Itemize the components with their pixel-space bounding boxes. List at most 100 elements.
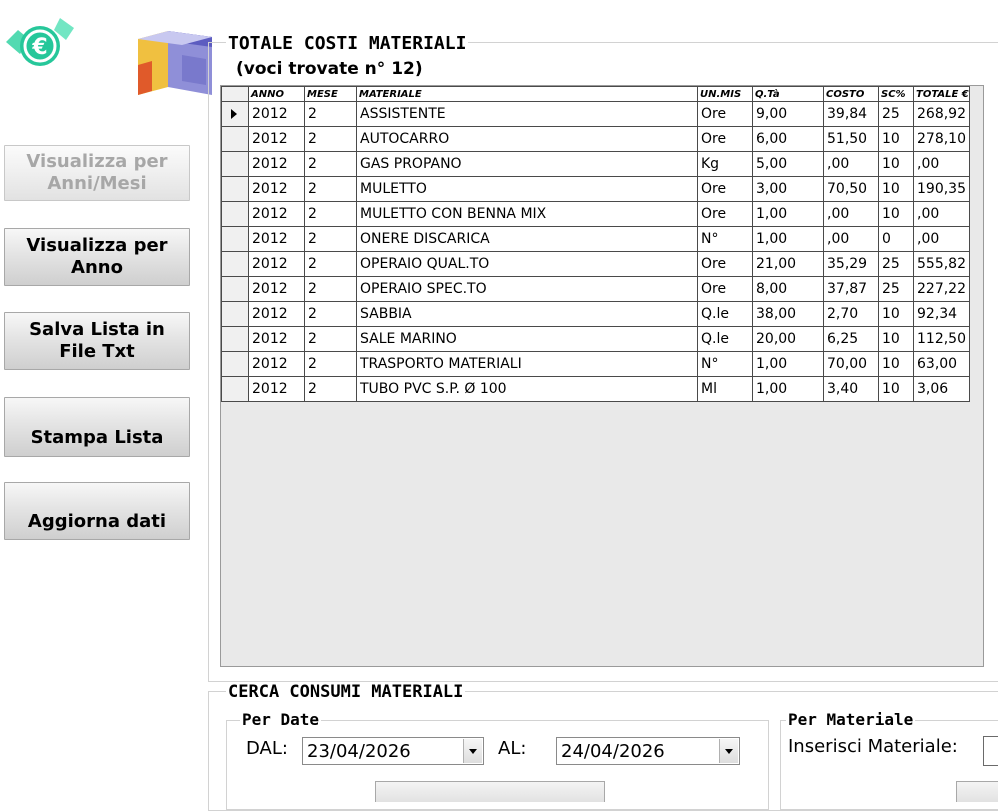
cell-un-mis[interactable]: Ore — [697, 201, 753, 227]
cell-materiale[interactable]: ONERE DISCARICA — [356, 226, 698, 252]
header-un-mis[interactable]: UN.MIS — [697, 86, 753, 102]
cell-mese[interactable]: 2 — [304, 126, 357, 152]
aggiorna-dati-button[interactable]: Aggiorna dati — [4, 482, 190, 540]
cell-qta[interactable]: 1,00 — [752, 226, 824, 252]
table-row[interactable]: 2012 2 ONERE DISCARICA N° 1,00,00 0,00 — [221, 226, 970, 252]
cell-mese[interactable]: 2 — [304, 151, 357, 177]
cell-sconto[interactable]: 10 — [878, 351, 914, 377]
cell-mese[interactable]: 2 — [304, 176, 357, 202]
cell-costo[interactable]: 37,87 — [823, 276, 879, 302]
materials-table[interactable]: ANNO MESE MATERIALE UN.MIS Q.Tà COSTO SC… — [221, 86, 970, 402]
cell-totale[interactable]: 555,82 — [913, 251, 970, 277]
header-anno[interactable]: ANNO — [248, 86, 305, 102]
cell-costo[interactable]: 35,29 — [823, 251, 879, 277]
cell-materiale[interactable]: OPERAIO SPEC.TO — [356, 276, 698, 302]
cell-materiale[interactable]: MULETTO — [356, 176, 698, 202]
cell-sconto[interactable]: 10 — [878, 376, 914, 402]
cell-un-mis[interactable]: Q.le — [697, 301, 753, 327]
row-selector-cell[interactable] — [221, 201, 249, 227]
cell-materiale[interactable]: AUTOCARRO — [356, 126, 698, 152]
cell-sconto[interactable]: 10 — [878, 151, 914, 177]
header-mese[interactable]: MESE — [304, 86, 357, 102]
cell-mese[interactable]: 2 — [304, 226, 357, 252]
table-row[interactable]: 2012 2 SALE MARINO Q.le 20,00 6,25 10 112,50 — [221, 326, 970, 352]
cell-anno[interactable]: 2012 — [248, 351, 305, 377]
row-selector-cell[interactable] — [221, 176, 249, 202]
header-materiale[interactable]: MATERIALE — [356, 86, 698, 102]
cell-mese[interactable]: 2 — [304, 376, 357, 402]
cell-totale[interactable]: ,00 — [913, 151, 970, 177]
materiale-input[interactable] — [983, 736, 998, 766]
cell-sconto[interactable]: 0 — [878, 226, 914, 252]
cell-un-mis[interactable]: Ml — [697, 376, 753, 402]
table-row[interactable]: 2012 2 TRASPORTO MATERIALI N° 1,00 70,00 10 63,… — [221, 351, 970, 377]
cell-materiale[interactable]: SALE MARINO — [356, 326, 698, 352]
cell-totale[interactable]: 190,35 — [913, 176, 970, 202]
row-selector-cell[interactable] — [221, 351, 249, 377]
cell-costo[interactable]: 6,25 — [823, 326, 879, 352]
dal-dropdown-chevron-down-icon[interactable] — [463, 739, 482, 763]
cell-materiale[interactable]: SABBIA — [356, 301, 698, 327]
cell-un-mis[interactable]: Kg — [697, 151, 753, 177]
cerca-date-button[interactable] — [375, 781, 605, 802]
stampa-lista-button[interactable]: Stampa Lista — [4, 397, 190, 457]
table-row[interactable]: 2012 2 SABBIA Q.le 38,00 2,70 10 92,34 — [221, 301, 970, 327]
cell-sconto[interactable]: 10 — [878, 326, 914, 352]
cell-costo[interactable]: ,00 — [823, 201, 879, 227]
cell-qta[interactable]: 21,00 — [752, 251, 824, 277]
table-row[interactable]: 2012 2 AUTOCARRO Ore 6,00 51,50 10 278,10 — [221, 126, 970, 152]
row-selector-cell[interactable] — [221, 376, 249, 402]
cell-costo[interactable]: 2,70 — [823, 301, 879, 327]
row-selector-cell[interactable] — [221, 301, 249, 327]
al-dropdown-chevron-down-icon[interactable] — [719, 739, 738, 763]
table-row[interactable]: 2012 2 MULETTO CON BENNA MIX Ore 1,00,00 10,0… — [221, 201, 970, 227]
cell-costo[interactable]: ,00 — [823, 151, 879, 177]
cell-mese[interactable]: 2 — [304, 326, 357, 352]
cell-materiale[interactable]: OPERAIO QUAL.TO — [356, 251, 698, 277]
cell-mese[interactable]: 2 — [304, 276, 357, 302]
cell-materiale[interactable]: MULETTO CON BENNA MIX — [356, 201, 698, 227]
cell-anno[interactable]: 2012 — [248, 326, 305, 352]
cell-qta[interactable]: 20,00 — [752, 326, 824, 352]
cell-anno[interactable]: 2012 — [248, 176, 305, 202]
cell-sconto[interactable]: 25 — [878, 276, 914, 302]
cell-sconto[interactable]: 10 — [878, 201, 914, 227]
cell-anno[interactable]: 2012 — [248, 251, 305, 277]
cell-un-mis[interactable]: N° — [697, 351, 753, 377]
cell-qta[interactable]: 8,00 — [752, 276, 824, 302]
cell-sconto[interactable]: 10 — [878, 126, 914, 152]
cell-qta[interactable]: 5,00 — [752, 151, 824, 177]
table-row[interactable]: 2012 2 GAS PROPANO Kg 5,00,00 10,00 — [221, 151, 970, 177]
cell-un-mis[interactable]: N° — [697, 226, 753, 252]
cell-totale[interactable]: 112,50 — [913, 326, 970, 352]
cell-anno[interactable]: 2012 — [248, 201, 305, 227]
row-selector-cell[interactable] — [221, 226, 249, 252]
cell-materiale[interactable]: TRASPORTO MATERIALI — [356, 351, 698, 377]
cell-costo[interactable]: 70,50 — [823, 176, 879, 202]
cell-anno[interactable]: 2012 — [248, 151, 305, 177]
cell-totale[interactable]: 63,00 — [913, 351, 970, 377]
cell-anno[interactable]: 2012 — [248, 126, 305, 152]
cell-un-mis[interactable]: Ore — [697, 101, 753, 127]
cell-un-mis[interactable]: Ore — [697, 276, 753, 302]
row-selector-cell[interactable] — [221, 101, 249, 127]
table-row[interactable]: 2012 2 TUBO PVC S.P. Ø 100 Ml 1,00 3,40 10 3,06 — [221, 376, 970, 402]
dal-date-select[interactable]: 23/04/2026 — [302, 737, 484, 765]
cell-sconto[interactable]: 25 — [878, 251, 914, 277]
row-selector-cell[interactable] — [221, 126, 249, 152]
row-selector-cell[interactable] — [221, 326, 249, 352]
cell-sconto[interactable]: 25 — [878, 101, 914, 127]
cell-un-mis[interactable]: Ore — [697, 251, 753, 277]
cell-sconto[interactable]: 10 — [878, 301, 914, 327]
cell-costo[interactable]: 3,40 — [823, 376, 879, 402]
cell-qta[interactable]: 6,00 — [752, 126, 824, 152]
cell-costo[interactable]: 39,84 — [823, 101, 879, 127]
cell-totale[interactable]: 227,22 — [913, 276, 970, 302]
visualizza-anni-mesi-button[interactable]: Visualizza per Anni/Mesi — [4, 145, 190, 201]
cell-anno[interactable]: 2012 — [248, 101, 305, 127]
cell-un-mis[interactable]: Ore — [697, 176, 753, 202]
cell-costo[interactable]: 70,00 — [823, 351, 879, 377]
cell-mese[interactable]: 2 — [304, 351, 357, 377]
header-costo[interactable]: COSTO — [823, 86, 879, 102]
table-row[interactable]: 2012 2 MULETTO Ore 3,00 70,50 10 190,35 — [221, 176, 970, 202]
